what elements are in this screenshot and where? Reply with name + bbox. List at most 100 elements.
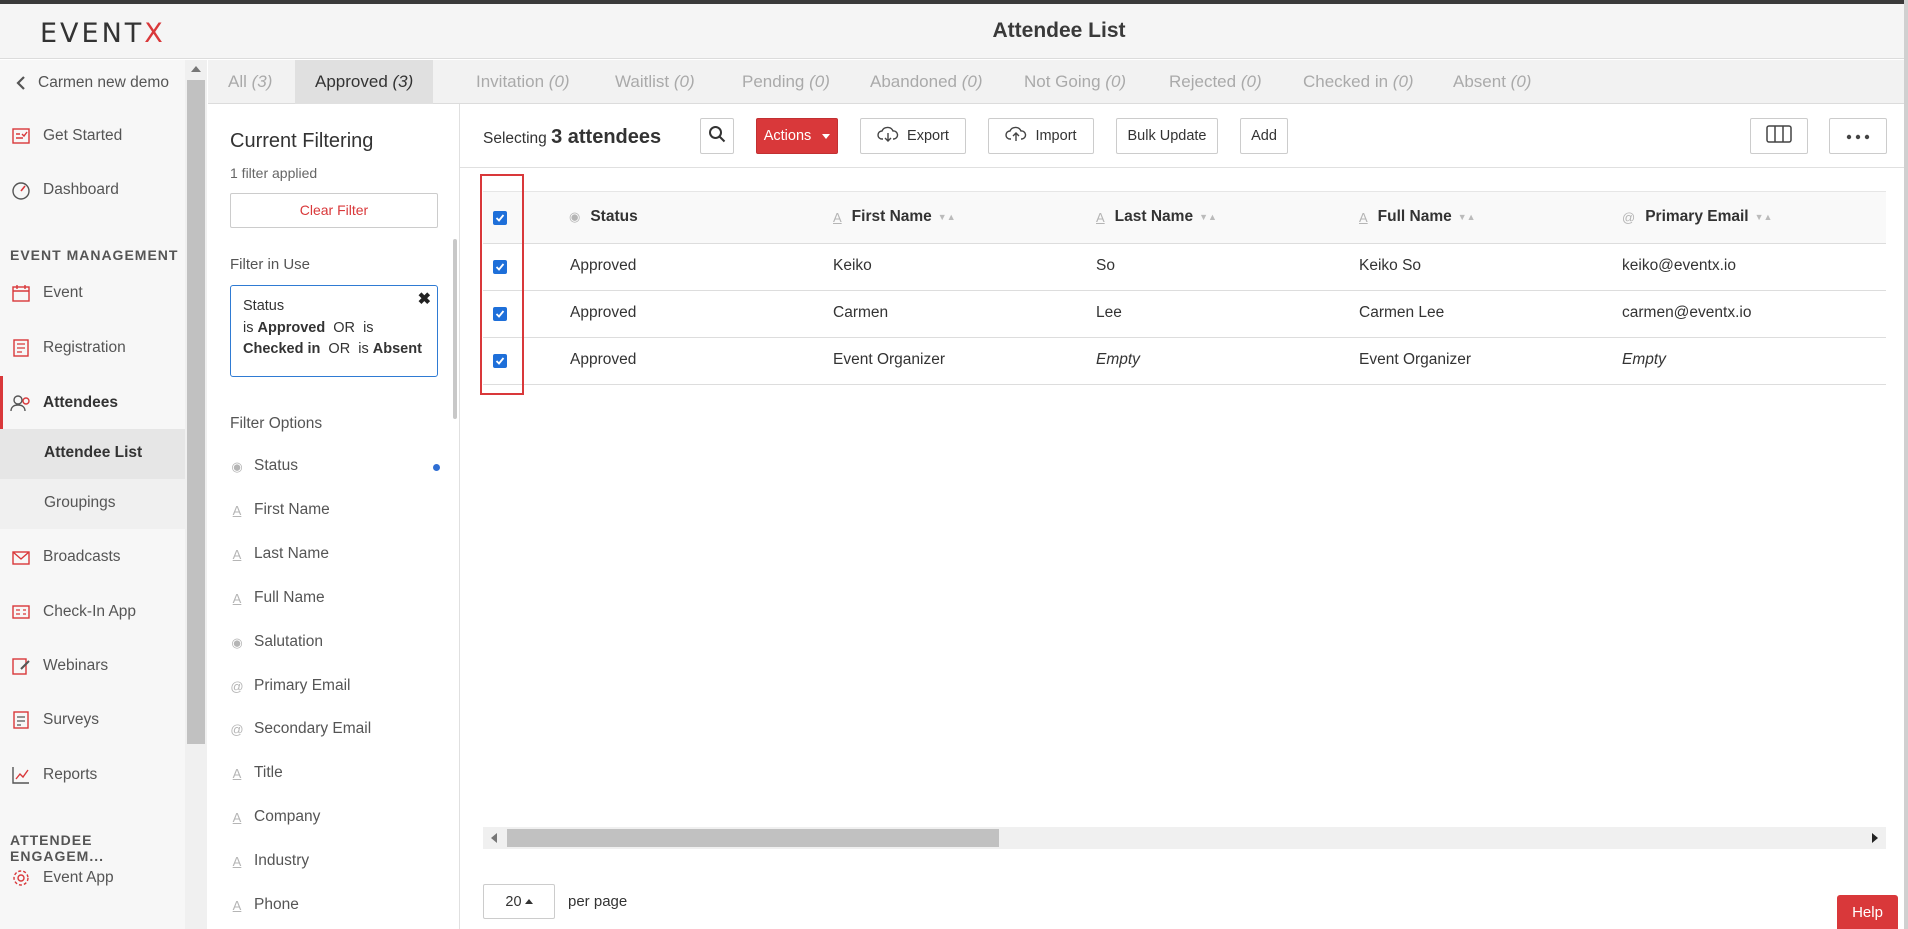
filter-option-title[interactable]: A Title <box>230 763 440 787</box>
gear-icon <box>10 867 32 889</box>
cell-primary-email: keiko@eventx.io <box>1622 257 1736 274</box>
active-filter-card[interactable]: ✖ Status is Approved OR is Checked in OR… <box>230 285 438 377</box>
envelope-icon <box>10 546 32 568</box>
app-header: EVENTX Attendee List <box>0 4 1908 59</box>
filter-option-industry[interactable]: A Industry <box>230 851 440 875</box>
tab-invitation[interactable]: Invitation (0) <box>456 60 590 104</box>
radio-icon: ◉ <box>231 459 243 474</box>
horizontal-scrollbar-thumb[interactable] <box>507 829 999 847</box>
column-header-full-name[interactable]: A Full Name ▼▲ <box>1359 208 1476 226</box>
remove-filter-icon[interactable]: ✖ <box>418 289 431 311</box>
sidebar-subitem-attendee-list[interactable]: Attendee List <box>0 429 185 479</box>
table-row[interactable]: Approved Keiko So Keiko So keiko@eventx.… <box>483 244 1886 291</box>
text-icon: A <box>232 503 242 518</box>
cell-status: Approved <box>570 351 637 368</box>
sidebar-item-get-started[interactable]: Get Started <box>0 113 185 159</box>
sidebar-scrollbar[interactable] <box>185 60 207 929</box>
sidebar-item-webinars[interactable]: Webinars <box>0 643 185 689</box>
tab-absent[interactable]: Absent (0) <box>1433 60 1551 104</box>
cell-first-name: Event Organizer <box>833 351 945 368</box>
clear-filter-button[interactable]: Clear Filter <box>230 193 438 228</box>
window-edge <box>1904 0 1908 929</box>
sidebar-item-reports[interactable]: Reports <box>0 752 185 798</box>
tab-all[interactable]: All (3) <box>208 60 292 104</box>
sidebar-item-check-in-app[interactable]: Check-In App <box>0 589 185 635</box>
scroll-right-arrow-icon[interactable] <box>1872 833 1878 843</box>
list-toolbar: Selecting 3 attendees Actions Export Imp… <box>460 104 1908 168</box>
sidebar-item-event-app[interactable]: Event App <box>0 855 185 901</box>
column-header-status[interactable]: ◉ Status <box>569 208 638 226</box>
filter-option-secondary-email[interactable]: @ Secondary Email <box>230 719 440 743</box>
filter-option-primary-email[interactable]: @ Primary Email <box>230 676 440 700</box>
text-icon: A <box>232 810 242 825</box>
sidebar-item-surveys[interactable]: Surveys <box>0 697 185 743</box>
filter-condition-line-2: Checked in OR is Absent <box>243 341 422 357</box>
filter-option-status[interactable]: ◉ Status <box>230 456 440 480</box>
filter-option-last-name[interactable]: A Last Name <box>230 544 440 568</box>
sort-icon[interactable]: ▼▲ <box>1755 212 1773 222</box>
at-icon: @ <box>1622 209 1636 225</box>
sidebar-item-label: Check-In App <box>43 603 137 620</box>
filter-panel-scrollbar[interactable] <box>453 239 457 419</box>
search-button[interactable] <box>700 118 734 154</box>
cell-status: Approved <box>570 304 637 321</box>
filter-option-company[interactable]: A Company <box>230 807 440 831</box>
table-row[interactable]: Approved Event Organizer Empty Event Org… <box>483 338 1886 385</box>
sidebar-item-event[interactable]: Event <box>0 270 185 316</box>
sort-icon[interactable]: ▼▲ <box>938 212 956 222</box>
scroll-left-arrow-icon[interactable] <box>491 833 497 843</box>
ellipsis-icon <box>1846 128 1870 144</box>
sidebar-item-dashboard[interactable]: Dashboard <box>0 167 185 213</box>
tab-pending[interactable]: Pending (0) <box>722 60 850 104</box>
table-horizontal-scrollbar[interactable] <box>483 827 1886 849</box>
sidebar-item-broadcasts[interactable]: Broadcasts <box>0 534 185 580</box>
sidebar-subitem-label: Attendee List <box>44 444 143 461</box>
sidebar-item-attendees[interactable]: Attendees <box>0 380 185 426</box>
status-tabs: All (3) Approved (3) Invitation (0) Wait… <box>208 60 1908 104</box>
filter-option-salutation[interactable]: ◉ Salutation <box>230 632 440 656</box>
sidebar-item-label: Surveys <box>43 711 99 728</box>
cell-full-name: Keiko So <box>1359 257 1422 274</box>
search-icon <box>708 125 726 147</box>
chart-icon <box>10 764 32 786</box>
per-page-select[interactable]: 20 <box>483 884 555 919</box>
column-header-last-name[interactable]: A Last Name ▼▲ <box>1096 208 1217 226</box>
tab-checked-in[interactable]: Checked in (0) <box>1283 60 1434 104</box>
sidebar-item-label: Dashboard <box>43 181 119 198</box>
import-button[interactable]: Import <box>988 118 1094 154</box>
filter-options-label: Filter Options <box>230 415 323 432</box>
actions-dropdown-button[interactable]: Actions <box>756 118 838 154</box>
tab-approved[interactable]: Approved (3) <box>295 60 434 104</box>
edit-icon <box>10 655 32 677</box>
filter-option-first-name[interactable]: A First Name <box>230 500 440 524</box>
tab-abandoned[interactable]: Abandoned (0) <box>850 60 1003 104</box>
tab-rejected[interactable]: Rejected (0) <box>1149 60 1282 104</box>
sort-icon[interactable]: ▼▲ <box>1458 212 1476 222</box>
scroll-up-arrow-icon[interactable] <box>191 66 201 72</box>
column-settings-button[interactable] <box>1750 118 1808 154</box>
tab-not-going[interactable]: Not Going (0) <box>1004 60 1146 104</box>
column-header-primary-email[interactable]: @ Primary Email ▼▲ <box>1622 208 1772 226</box>
column-header-first-name[interactable]: A First Name ▼▲ <box>833 208 956 226</box>
text-icon: A <box>232 854 242 869</box>
cell-first-name: Carmen <box>833 304 889 321</box>
export-button[interactable]: Export <box>860 118 966 154</box>
sort-icon[interactable]: ▼▲ <box>1199 212 1217 222</box>
bulk-update-button[interactable]: Bulk Update <box>1116 118 1218 154</box>
sidebar-scrollbar-thumb[interactable] <box>187 80 205 744</box>
sidebar-back-link[interactable]: Carmen new demo <box>0 60 185 106</box>
id-card-icon <box>10 601 32 623</box>
checkbox-column-highlight <box>480 174 524 395</box>
more-options-button[interactable] <box>1829 118 1887 154</box>
filter-panel-title: Current Filtering <box>230 130 374 152</box>
sidebar-item-registration[interactable]: Registration <box>0 325 185 371</box>
form-icon <box>10 337 32 359</box>
add-button[interactable]: Add <box>1240 118 1288 154</box>
tab-waitlist[interactable]: Waitlist (0) <box>595 60 715 104</box>
filter-option-phone[interactable]: A Phone <box>230 895 440 919</box>
sidebar-item-label: Reports <box>43 766 98 783</box>
table-row[interactable]: Approved Carmen Lee Carmen Lee carmen@ev… <box>483 291 1886 338</box>
sidebar-subitem-groupings[interactable]: Groupings <box>0 479 185 529</box>
filter-option-full-name[interactable]: A Full Name <box>230 588 440 612</box>
help-button[interactable]: Help <box>1837 895 1898 929</box>
